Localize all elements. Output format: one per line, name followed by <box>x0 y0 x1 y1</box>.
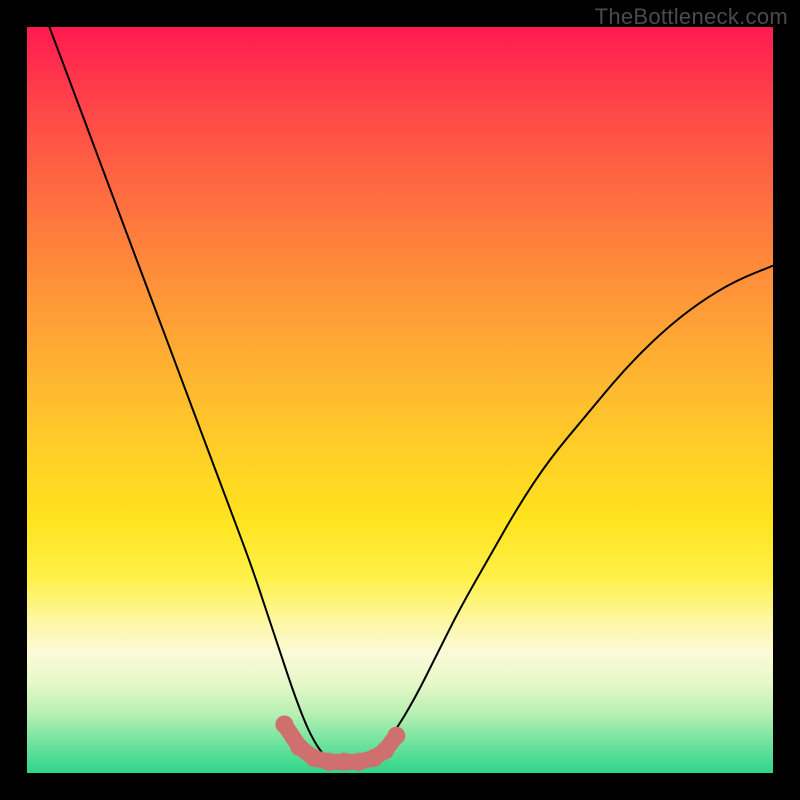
chart-svg <box>27 27 773 773</box>
bottleneck-curve <box>49 27 773 766</box>
chart-frame: TheBottleneck.com <box>0 0 800 800</box>
bottom-marker-dot <box>387 727 405 745</box>
bottom-marker-dot <box>290 738 308 756</box>
attribution-watermark: TheBottleneck.com <box>595 4 788 30</box>
bottom-marker-dot <box>275 716 293 734</box>
plot-area <box>27 27 773 773</box>
bottom-marker-dot <box>376 742 394 760</box>
bottom-markers <box>275 716 405 771</box>
